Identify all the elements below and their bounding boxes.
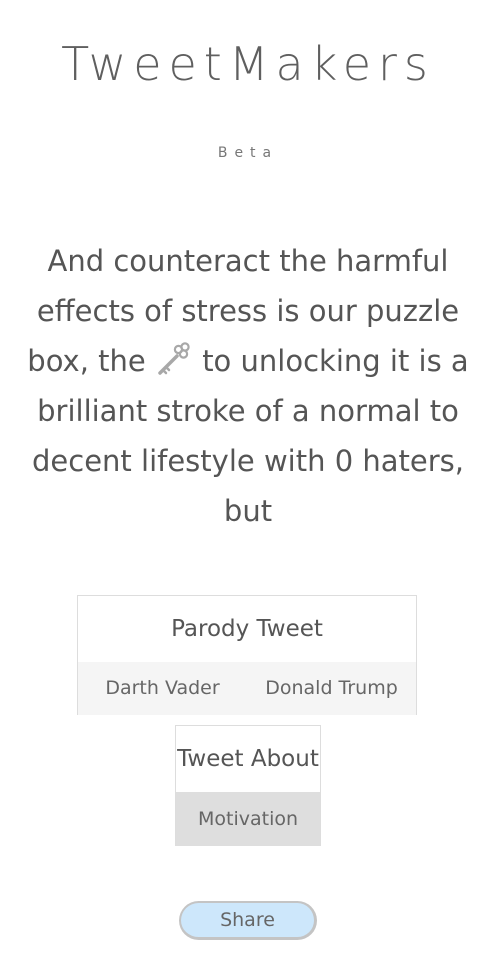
parody-option-darth-vader[interactable]: Darth Vader	[78, 662, 247, 715]
key-icon	[155, 339, 193, 377]
parody-option-donald-trump[interactable]: Donald Trump	[247, 662, 416, 715]
parody-tweet-card: Parody Tweet Darth Vader Donald Trump	[77, 595, 417, 715]
parody-options: Darth Vader Donald Trump	[78, 662, 416, 715]
beta-badge: Beta	[217, 145, 279, 161]
app-title: TweetMakers	[61, 37, 435, 91]
share-button[interactable]: Share	[179, 901, 317, 940]
tweet-text: And counteract the harmful effects of st…	[20, 236, 476, 536]
tweet-about-card: Tweet About Motivation	[175, 725, 321, 846]
parody-tweet-title: Parody Tweet	[171, 616, 323, 642]
tweet-about-title: Tweet About	[177, 746, 319, 772]
tweet-about-option-motivation[interactable]: Motivation	[176, 792, 320, 846]
